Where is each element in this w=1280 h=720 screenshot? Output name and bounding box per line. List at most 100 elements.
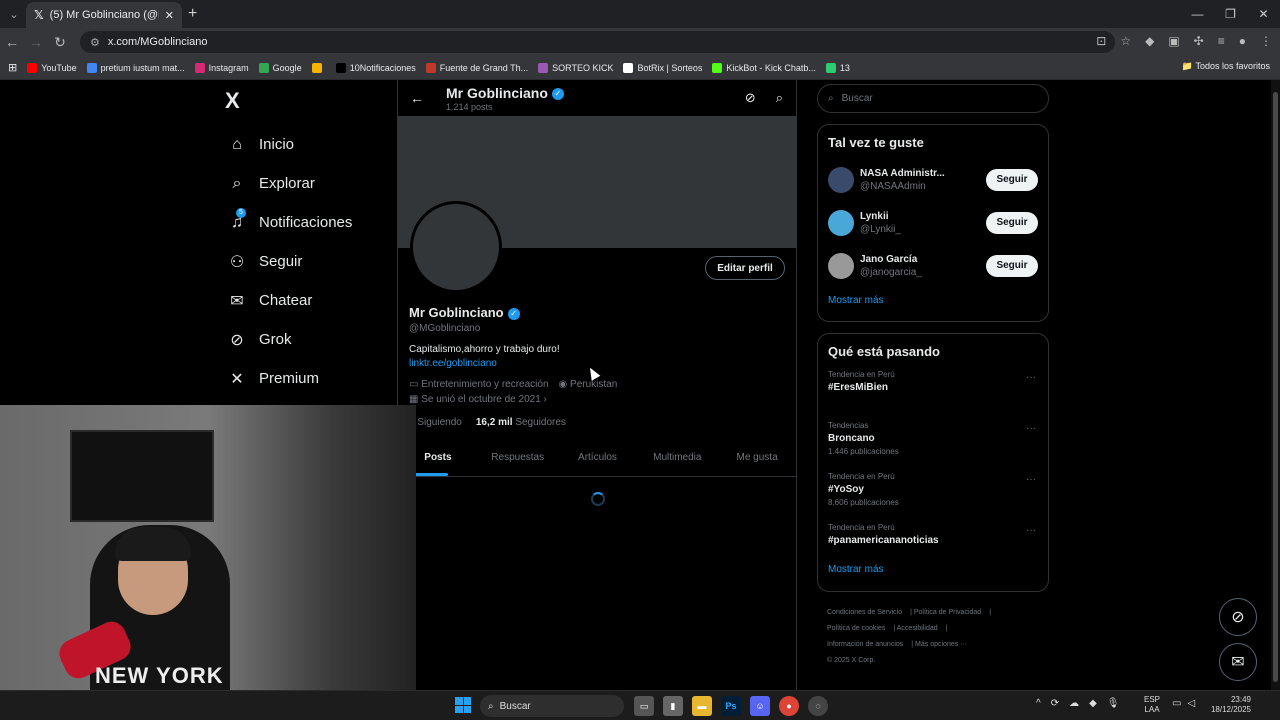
back-icon[interactable]: ←: [0, 34, 24, 50]
profile-link[interactable]: linktr.ee/goblinciano: [409, 358, 497, 369]
sidebar-item-chatear[interactable]: ✉ Chatear: [222, 281, 352, 320]
tray-app-icon[interactable]: ⟳: [1051, 698, 1059, 709]
photoshop-icon[interactable]: Ps: [721, 696, 741, 716]
who-to-follow-card: Tal vez te guste NASA Administr... @NASAA…: [817, 124, 1049, 322]
followers-link[interactable]: 16,2 mil Seguidores: [476, 417, 566, 428]
follow-button[interactable]: Seguir: [986, 254, 1038, 277]
taskbar-search[interactable]: ⌕ Buscar: [480, 695, 624, 717]
scrollbar[interactable]: [1271, 80, 1280, 690]
volume-icon[interactable]: ◁: [1187, 698, 1195, 709]
more-icon[interactable]: ···: [1026, 372, 1036, 383]
media-icon[interactable]: ≡: [1218, 34, 1225, 48]
onedrive-icon[interactable]: ☁: [1069, 698, 1079, 709]
list-item[interactable]: Jano García @janogarcia_ Seguir: [818, 244, 1048, 287]
url-text: x.com/MGoblinciano: [107, 36, 208, 48]
sidebar-nav: ⌂ Inicio ⌕ Explorar ♫ 5 Notificaciones ⚇ Segu…: [222, 125, 353, 398]
more-icon[interactable]: ···: [1026, 525, 1036, 536]
bookmark-item[interactable]: Fuente de Grand Th...: [425, 62, 528, 73]
bookmark-item[interactable]: [311, 62, 326, 73]
close-window-icon[interactable]: ✕: [1247, 0, 1280, 28]
file-explorer-icon[interactable]: ▬: [692, 696, 712, 716]
follow-button[interactable]: Seguir: [986, 211, 1038, 234]
bookmark-favicon-icon: [86, 62, 97, 73]
avatar: [828, 166, 854, 193]
list-item[interactable]: Tendencia en Perú #EresMiBien ···: [818, 367, 1048, 418]
tab-me-gusta[interactable]: Me gusta: [717, 444, 797, 476]
grok-fab-button[interactable]: ⊘: [1219, 598, 1257, 636]
close-tab-icon[interactable]: ✕: [165, 9, 174, 22]
sidebar-item-premium[interactable]: ✕ Premium: [222, 359, 352, 398]
bookmark-favicon-icon: [825, 62, 836, 73]
discord-icon[interactable]: ☺: [750, 696, 770, 716]
bookmark-item[interactable]: pretium iustum mat...: [86, 62, 185, 73]
extension-icon[interactable]: ◆: [1145, 34, 1154, 48]
reload-icon[interactable]: ↻: [48, 34, 72, 51]
install-icon[interactable]: ⊡: [1096, 34, 1106, 48]
menu-icon[interactable]: ⋮: [1260, 34, 1272, 48]
messages-fab-button[interactable]: ✉: [1219, 643, 1257, 681]
bookmark-item[interactable]: YouTube: [27, 62, 77, 73]
sidebar-item-inicio[interactable]: ⌂ Inicio: [222, 125, 352, 164]
list-item[interactable]: Tendencia en Perú #YoSoy 8.606 publicaci…: [818, 469, 1048, 520]
puzzle-icon[interactable]: ✣: [1194, 34, 1204, 48]
joined-date[interactable]: ▦ Se unió el octubre de 2021 ›: [409, 394, 547, 405]
tab-respuestas[interactable]: Respuestas: [478, 444, 558, 476]
bookmark-item[interactable]: Instagram: [194, 62, 249, 73]
all-favorites[interactable]: 📁 Todos los favoritos: [1182, 61, 1270, 72]
show-more-trends-link[interactable]: Mostrar más: [818, 556, 1048, 587]
back-arrow-icon[interactable]: ←: [410, 90, 424, 106]
minimize-icon[interactable]: —: [1181, 0, 1214, 28]
windows-start-icon[interactable]: [455, 697, 471, 713]
bookmark-item[interactable]: 10Notificaciones: [335, 62, 416, 73]
sidebar-item-explorar[interactable]: ⌕ Explorar: [222, 164, 352, 203]
apps-icon[interactable]: ⊞: [8, 61, 17, 74]
grok-icon[interactable]: ⊘: [745, 90, 756, 106]
tab-search-icon[interactable]: ⌄: [0, 0, 28, 28]
sidebar-item-notificaciones[interactable]: ♫ 5 Notificaciones: [222, 203, 352, 242]
security-icon[interactable]: ◆: [1089, 698, 1097, 709]
more-icon[interactable]: ···: [1026, 423, 1036, 434]
language-indicator[interactable]: ESP LAA: [1144, 695, 1160, 715]
forward-icon[interactable]: →: [24, 34, 48, 50]
extension2-icon[interactable]: ▣: [1168, 34, 1179, 48]
bookmark-item[interactable]: 13: [825, 62, 850, 73]
url-field[interactable]: ⚙ x.com/MGoblinciano: [80, 31, 1115, 53]
mic-icon[interactable]: 🎙: [1107, 698, 1120, 709]
avatar[interactable]: [410, 201, 502, 293]
sidebar-item-seguir[interactable]: ⚇ Seguir: [222, 242, 352, 281]
profile-icon[interactable]: ●: [1239, 34, 1246, 48]
new-tab-button[interactable]: +: [188, 5, 197, 23]
bookmark-star-icon[interactable]: ☆: [1120, 34, 1131, 48]
restore-icon[interactable]: ❐: [1214, 0, 1247, 28]
tab-multimedia[interactable]: Multimedia: [637, 444, 717, 476]
x-logo-icon[interactable]: X: [225, 88, 240, 114]
list-item[interactable]: NASA Administr... @NASAAdmin Seguir: [818, 158, 1048, 201]
app-icon[interactable]: ▮: [663, 696, 683, 716]
list-item[interactable]: Tendencia en Perú #panamericananoticias …: [818, 520, 1048, 556]
tab-title: (5) Mr Goblinciano (@MGoblin: [49, 9, 159, 21]
edit-profile-button[interactable]: Editar perfil: [705, 256, 785, 280]
bookmark-item[interactable]: Google: [258, 62, 302, 73]
bookmark-item[interactable]: BotRix | Sorteos: [623, 62, 702, 73]
list-item[interactable]: Lynkii @Lynkii_ Seguir: [818, 201, 1048, 244]
search-icon[interactable]: ⌕: [776, 90, 783, 106]
clock[interactable]: 23:49 18/12/2025: [1205, 695, 1251, 715]
chrome-icon[interactable]: ●: [779, 696, 799, 716]
search-icon: ⌕: [232, 174, 242, 192]
browser-tab[interactable]: 𝕏 (5) Mr Goblinciano (@MGoblin ✕: [26, 2, 182, 28]
list-item[interactable]: Tendencias Broncano 1.446 publicaciones …: [818, 418, 1048, 469]
site-info-icon[interactable]: ⚙: [90, 36, 100, 49]
more-icon[interactable]: ···: [1026, 474, 1036, 485]
follow-button[interactable]: Seguir: [986, 168, 1038, 191]
bookmark-item[interactable]: KickBot - Kick Chatb...: [712, 62, 816, 73]
network-icon[interactable]: ▭: [1172, 698, 1181, 709]
following-link[interactable]: 3 Siguiendo: [409, 417, 462, 428]
search-input[interactable]: ⌕ Buscar: [817, 84, 1049, 113]
app2-icon[interactable]: ◌: [808, 696, 828, 716]
bookmark-item[interactable]: SORTEO KICK: [538, 62, 613, 73]
show-more-link[interactable]: Mostrar más: [818, 287, 1048, 318]
sidebar-item-grok[interactable]: ⊘ Grok: [222, 320, 352, 359]
task-view-icon[interactable]: ▭: [634, 696, 654, 716]
tab-articulos[interactable]: Artículos: [558, 444, 638, 476]
chevron-up-icon[interactable]: ^: [1036, 698, 1041, 709]
